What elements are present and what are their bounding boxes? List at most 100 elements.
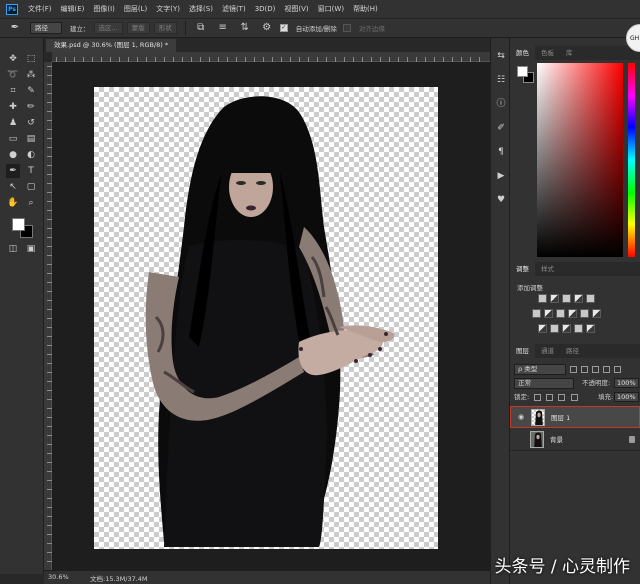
- eraser-tool-icon[interactable]: ▭: [6, 132, 20, 146]
- rectangle-tool-icon[interactable]: ▢: [24, 180, 38, 194]
- shape-filter-icon[interactable]: [603, 365, 610, 373]
- make-shape-button[interactable]: 形状: [153, 22, 177, 34]
- foreground-color-swatch[interactable]: [12, 218, 25, 231]
- document-tab[interactable]: 效果.psd @ 30.6% (图层 1, RGB/8) *: [46, 39, 177, 52]
- type-tool-icon[interactable]: T: [24, 164, 38, 178]
- lock-transparent-icon[interactable]: [534, 393, 542, 401]
- color-lookup-icon[interactable]: [592, 309, 601, 318]
- visibility-eye-icon[interactable]: ◉: [517, 413, 525, 421]
- menu-3d[interactable]: 3D(D): [255, 5, 276, 13]
- gradient-tool-icon[interactable]: ▤: [24, 132, 38, 146]
- brush-settings-panel-icon[interactable]: ✐: [495, 122, 507, 134]
- path-arrangement-icon[interactable]: ⇅: [238, 21, 252, 35]
- info-panel-icon[interactable]: ⓘ: [495, 98, 507, 110]
- gear-icon[interactable]: ⚙: [260, 21, 274, 35]
- path-alignment-icon[interactable]: ≡: [216, 21, 230, 35]
- menu-edit[interactable]: 编辑(E): [61, 4, 85, 14]
- brush-tool-icon[interactable]: ✏: [24, 100, 38, 114]
- hand-tool-icon[interactable]: ✋: [6, 196, 20, 210]
- layer-name[interactable]: 图层 1: [551, 407, 570, 429]
- make-selection-button[interactable]: 选区...: [93, 22, 123, 34]
- align-edges-checkbox[interactable]: [342, 24, 351, 32]
- hue-saturation-icon[interactable]: [532, 309, 541, 318]
- menu-type[interactable]: 文字(Y): [156, 4, 180, 14]
- tab-libraries[interactable]: 库: [560, 46, 579, 60]
- menu-help[interactable]: 帮助(H): [353, 4, 378, 14]
- properties-panel-icon[interactable]: ☷: [495, 74, 507, 86]
- menu-image[interactable]: 图像(I): [93, 4, 115, 14]
- learn-panel-icon[interactable]: ♥: [495, 194, 507, 206]
- type-filter-icon[interactable]: [592, 365, 599, 373]
- lock-all-icon[interactable]: [570, 393, 578, 401]
- make-mask-button[interactable]: 蒙版: [126, 22, 150, 34]
- visibility-toggle-empty[interactable]: [516, 435, 524, 443]
- quick-mask-icon[interactable]: ◫: [6, 242, 20, 256]
- tab-layers[interactable]: 图层: [510, 344, 535, 358]
- layer-name[interactable]: 背景: [550, 429, 563, 451]
- tab-paths[interactable]: 路径: [560, 344, 585, 358]
- lock-position-icon[interactable]: [558, 393, 566, 401]
- zoom-tool-icon[interactable]: ⌕: [24, 196, 38, 210]
- invert-icon[interactable]: [538, 324, 547, 333]
- menu-view[interactable]: 视图(V): [284, 4, 308, 14]
- history-panel-icon[interactable]: ⇆: [495, 50, 507, 62]
- pen-tool-preset-icon[interactable]: ✒: [8, 21, 22, 35]
- path-selection-tool-icon[interactable]: ↖: [6, 180, 20, 194]
- tab-color[interactable]: 颜色: [510, 46, 535, 60]
- layer-row-background[interactable]: 背景: [510, 429, 640, 451]
- canvas-area[interactable]: [52, 62, 490, 570]
- tab-swatches[interactable]: 色板: [535, 46, 560, 60]
- document-canvas[interactable]: [94, 87, 438, 549]
- opacity-input[interactable]: 100%: [614, 378, 639, 388]
- gradient-map-icon[interactable]: [574, 324, 583, 333]
- menu-file[interactable]: 文件(F): [28, 4, 52, 14]
- fill-input[interactable]: 100%: [614, 392, 639, 402]
- layer-row-layer-1[interactable]: ◉ 图层 1: [510, 406, 640, 428]
- posterize-icon[interactable]: [550, 324, 559, 333]
- zoom-level-field[interactable]: 30.6%: [48, 573, 69, 581]
- magic-wand-tool-icon[interactable]: ⁂: [24, 68, 38, 82]
- color-picker-field[interactable]: [537, 63, 623, 257]
- actions-panel-icon[interactable]: ▶: [495, 170, 507, 182]
- lock-image-icon[interactable]: [546, 393, 554, 401]
- menu-filter[interactable]: 滤镜(T): [222, 4, 246, 14]
- threshold-icon[interactable]: [562, 324, 571, 333]
- exposure-icon[interactable]: [574, 294, 583, 303]
- selective-color-icon[interactable]: [586, 324, 595, 333]
- pen-tool-icon[interactable]: ✒: [6, 164, 20, 178]
- color-balance-icon[interactable]: [544, 309, 553, 318]
- dodge-tool-icon[interactable]: ◐: [24, 148, 38, 162]
- crop-tool-icon[interactable]: ⌗: [6, 84, 20, 98]
- photo-filter-icon[interactable]: [568, 309, 577, 318]
- hue-slider[interactable]: [628, 63, 635, 257]
- tab-channels[interactable]: 通道: [535, 344, 560, 358]
- smart-object-filter-icon[interactable]: [614, 365, 621, 373]
- panel-foreground-color[interactable]: [517, 66, 528, 77]
- tab-styles[interactable]: 样式: [535, 262, 560, 276]
- curves-icon[interactable]: [562, 294, 571, 303]
- auto-add-delete-checkbox[interactable]: ✓: [279, 24, 288, 32]
- eyedropper-tool-icon[interactable]: ✎: [24, 84, 38, 98]
- character-panel-icon[interactable]: ¶: [495, 146, 507, 158]
- move-tool-icon[interactable]: ✥: [6, 52, 20, 66]
- menu-layer[interactable]: 图层(L): [124, 4, 147, 14]
- levels-icon[interactable]: [550, 294, 559, 303]
- pen-mode-select[interactable]: 路径: [30, 22, 62, 34]
- lasso-tool-icon[interactable]: ➰: [6, 68, 20, 82]
- path-operations-icon[interactable]: ⧉: [194, 21, 208, 35]
- pixel-filter-icon[interactable]: [570, 365, 577, 373]
- tab-adjustments[interactable]: 调整: [510, 262, 535, 276]
- blur-tool-icon[interactable]: ●: [6, 148, 20, 162]
- healing-brush-tool-icon[interactable]: ✚: [6, 100, 20, 114]
- layer-kind-filter[interactable]: ρ 类型: [514, 363, 566, 375]
- vibrance-icon[interactable]: [586, 294, 595, 303]
- adjustment-filter-icon[interactable]: [581, 365, 588, 373]
- channel-mixer-icon[interactable]: [580, 309, 589, 318]
- menu-select[interactable]: 选择(S): [189, 4, 213, 14]
- black-white-icon[interactable]: [556, 309, 565, 318]
- blend-mode-select[interactable]: 正常: [514, 378, 574, 389]
- clone-stamp-tool-icon[interactable]: ♟: [6, 116, 20, 130]
- history-brush-tool-icon[interactable]: ↺: [24, 116, 38, 130]
- marquee-tool-icon[interactable]: ⬚: [24, 52, 38, 66]
- screen-mode-icon[interactable]: ▣: [24, 242, 38, 256]
